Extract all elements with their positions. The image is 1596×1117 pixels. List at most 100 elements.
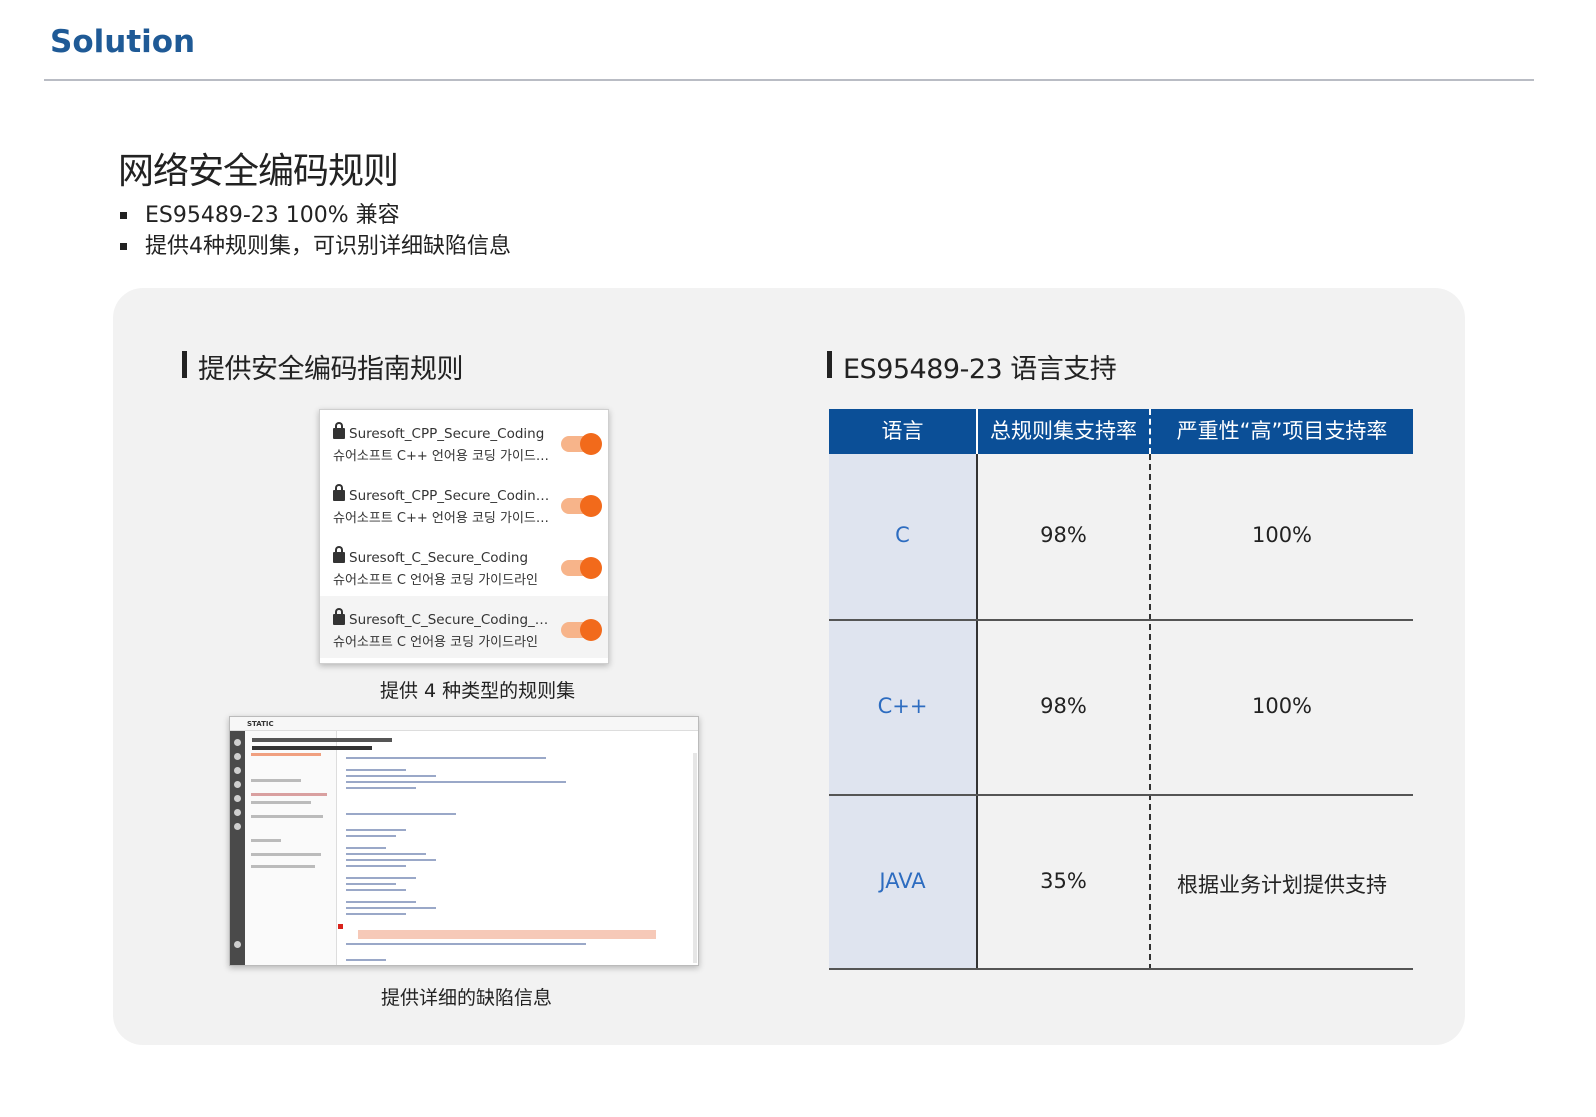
screenshot-sidebar xyxy=(230,731,245,965)
code-line xyxy=(346,813,456,815)
ruleset-name: Suresoft_CPP_Secure_Coding_For... xyxy=(349,488,554,504)
table-cell-language: C xyxy=(895,523,910,547)
lock-icon xyxy=(333,546,345,563)
code-line xyxy=(346,835,396,837)
defect-marker xyxy=(338,924,343,929)
code-line xyxy=(346,787,416,789)
defect-screenshot: STATIC xyxy=(229,716,699,966)
code-line xyxy=(346,877,416,879)
table-header-row: 语言 总规则集支持率 严重性“高”项目支持率 xyxy=(829,409,1413,454)
ruleset-card: Suresoft_CPP_Secure_Coding 슈어소프트 C++ 언어용… xyxy=(319,409,609,664)
left-section-heading: 提供安全编码指南规则 xyxy=(182,347,464,386)
placeholder-line xyxy=(251,779,301,782)
ruleset-item[interactable]: Suresoft_C_Secure_Coding 슈어소프트 C 언어용 코딩 … xyxy=(320,534,608,596)
placeholder-line xyxy=(251,815,323,818)
nav-icon xyxy=(234,767,241,774)
bullet-list: ES95489-23 100% 兼容 提供4种规则集，可识别详细缺陷信息 xyxy=(118,200,511,262)
screenshot-toolbar: STATIC xyxy=(230,717,698,731)
nav-icon xyxy=(234,739,241,746)
bullet-marker xyxy=(120,212,127,219)
code-line xyxy=(346,775,436,777)
bullet-marker xyxy=(120,243,127,250)
ruleset-toggle[interactable] xyxy=(561,495,602,517)
ruleset-name: Suresoft_C_Secure_Coding_For... xyxy=(349,612,554,628)
screenshot-header-line xyxy=(252,738,392,742)
bullet-text: 提供4种规则集，可识别详细缺陷信息 xyxy=(145,234,511,259)
placeholder-line xyxy=(251,801,311,804)
code-line xyxy=(346,781,566,783)
heading-bar xyxy=(182,351,187,378)
table-header-cell: 语言 xyxy=(881,419,924,443)
placeholder-line xyxy=(251,753,321,756)
table-cell-language: C++ xyxy=(877,694,928,718)
bullet-text: ES95489-23 100% 兼容 xyxy=(145,203,400,228)
ruleset-item[interactable]: Suresoft_CPP_Secure_Coding_For... 슈어소프트 … xyxy=(320,472,608,534)
table-cell-high: 根据业务计划提供支持 xyxy=(1177,873,1387,897)
lock-icon xyxy=(333,484,345,501)
ruleset-description: 슈어소프트 C++ 언어용 코딩 가이드라인 xyxy=(333,449,553,464)
code-line xyxy=(346,769,406,771)
ruleset-caption: 提供 4 种类型的规则集 xyxy=(380,680,576,702)
table-header-cell: 严重性“高”项目支持率 xyxy=(1176,419,1388,443)
ruleset-toggle[interactable] xyxy=(561,433,602,455)
ruleset-name: Suresoft_CPP_Secure_Coding xyxy=(349,426,545,442)
code-line xyxy=(346,943,586,945)
nav-icon xyxy=(234,795,241,802)
code-line xyxy=(346,829,406,831)
bullet-item: ES95489-23 100% 兼容 xyxy=(118,200,511,231)
lock-icon xyxy=(333,608,345,625)
row-divider xyxy=(829,619,1413,621)
row-divider xyxy=(829,968,1413,970)
nav-icon xyxy=(234,753,241,760)
screenshot-issue-list xyxy=(245,731,337,965)
nav-icon xyxy=(234,823,241,830)
code-line xyxy=(346,883,396,885)
settings-icon xyxy=(234,941,241,948)
code-line xyxy=(346,907,436,909)
ruleset-item[interactable]: Suresoft_CPP_Secure_Coding 슈어소프트 C++ 언어용… xyxy=(320,410,608,472)
ruleset-description: 슈어소프트 C 언어용 코딩 가이드라인 xyxy=(333,635,539,650)
page-title: 网络安全编码规则 xyxy=(118,151,399,192)
table-cell-overall: 98% xyxy=(1040,523,1087,547)
heading-bar xyxy=(827,351,832,378)
nav-icon xyxy=(234,809,241,816)
lock-icon xyxy=(333,422,345,439)
code-line xyxy=(346,901,416,903)
right-section-heading-text: ES95489-23 语言支持 xyxy=(843,354,1117,385)
toggle-knob xyxy=(580,619,602,641)
placeholder-line xyxy=(251,853,321,856)
table-cell-language: JAVA xyxy=(879,869,926,893)
code-line xyxy=(346,853,426,855)
table-cell-overall: 35% xyxy=(1040,869,1087,893)
placeholder-line xyxy=(251,865,315,868)
ruleset-toggle[interactable] xyxy=(561,619,602,641)
header-divider xyxy=(44,79,1534,81)
screenshot-app-logo: STATIC xyxy=(247,720,274,728)
table-cell-high: 100% xyxy=(1251,694,1313,718)
defect-highlight xyxy=(358,930,656,939)
left-section-heading-text: 提供安全编码指南规则 xyxy=(198,354,464,385)
screenshot-header-line xyxy=(252,746,372,750)
table-cell-high: 100% xyxy=(1251,523,1313,547)
code-line xyxy=(346,959,386,961)
right-section-heading: ES95489-23 语言支持 xyxy=(827,347,1117,386)
code-line xyxy=(346,859,436,861)
ruleset-name: Suresoft_C_Secure_Coding xyxy=(349,550,529,566)
defect-caption: 提供详细的缺陷信息 xyxy=(381,987,553,1009)
code-line xyxy=(346,865,406,867)
code-line xyxy=(346,847,386,849)
row-divider xyxy=(829,794,1413,796)
screenshot-scrollbar xyxy=(693,753,697,963)
toggle-knob xyxy=(580,495,602,517)
table-cell-overall: 98% xyxy=(1040,694,1087,718)
ruleset-item[interactable]: Suresoft_C_Secure_Coding_For... 슈어소프트 C … xyxy=(320,596,608,658)
placeholder-line xyxy=(251,839,281,842)
table-header-cell: 总规则集支持率 xyxy=(990,419,1137,443)
code-line xyxy=(346,757,546,759)
code-line xyxy=(346,913,406,915)
ruleset-toggle[interactable] xyxy=(561,557,602,579)
nav-icon xyxy=(234,781,241,788)
bullet-item: 提供4种规则集，可识别详细缺陷信息 xyxy=(118,231,511,262)
toggle-knob xyxy=(580,557,602,579)
toggle-knob xyxy=(580,433,602,455)
